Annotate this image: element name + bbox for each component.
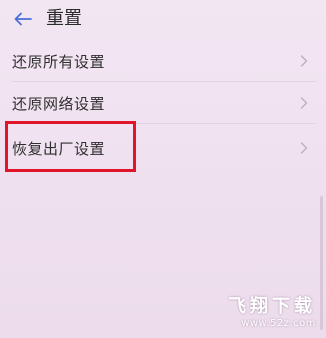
watermark-url: www.52z.com [241,318,316,329]
arrow-left-icon [14,12,32,26]
reset-settings-screen: 重置 还原所有设置 还原网络设置 恢复出厂设置 飞翔下载 www.52z.com [0,0,326,338]
reset-network-settings-item[interactable]: 还原网络设置 [0,82,326,124]
chevron-right-icon [300,55,308,67]
factory-reset-label: 恢复出厂设置 [12,139,106,158]
chevron-right-icon [300,142,308,154]
watermark: 飞翔下载 www.52z.com [228,296,316,330]
page-title: 重置 [46,8,82,29]
factory-reset-item[interactable]: 恢复出厂设置 [0,124,326,172]
scrollbar[interactable] [320,196,323,330]
header: 重置 [0,0,326,38]
chevron-right-icon [300,97,308,109]
reset-network-settings-label: 还原网络设置 [12,94,106,113]
settings-list: 还原所有设置 还原网络设置 恢复出厂设置 [0,40,326,172]
reset-all-settings-label: 还原所有设置 [12,52,106,71]
back-button[interactable] [12,8,34,30]
reset-all-settings-item[interactable]: 还原所有设置 [0,40,326,82]
watermark-title: 飞翔下载 [228,296,316,317]
